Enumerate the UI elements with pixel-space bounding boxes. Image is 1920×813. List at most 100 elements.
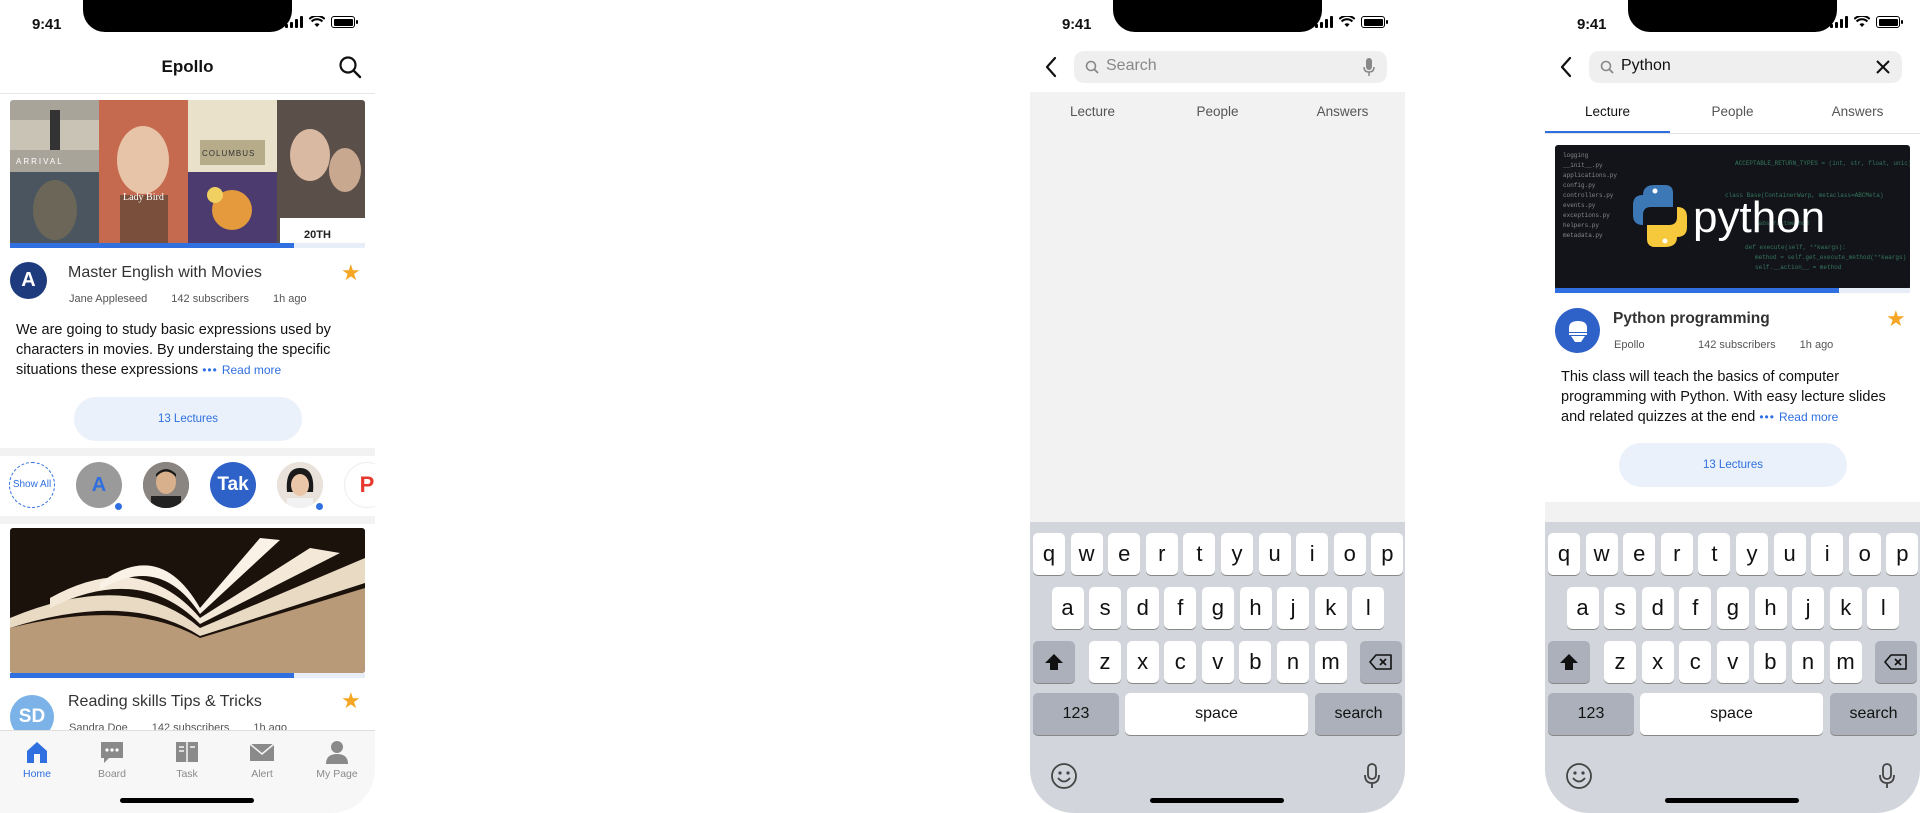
key-p[interactable]: p bbox=[1886, 533, 1919, 575]
key-y[interactable]: y bbox=[1221, 533, 1253, 575]
tab-board[interactable]: Board bbox=[82, 739, 142, 780]
lecture-thumbnail[interactable]: ARRIVAL Lady Bird COLUMBUS 20TH bbox=[10, 100, 365, 245]
key-e[interactable]: e bbox=[1623, 533, 1656, 575]
lectures-button[interactable]: 13 Lectures bbox=[1619, 443, 1847, 487]
key-a[interactable]: a bbox=[1051, 587, 1084, 629]
delete-key[interactable] bbox=[1360, 641, 1402, 683]
key-d[interactable]: d bbox=[1126, 587, 1159, 629]
story-avatar[interactable]: Tak bbox=[210, 462, 256, 508]
read-more-link[interactable]: Read more bbox=[1779, 410, 1838, 424]
lecture-thumbnail[interactable]: ACCEPTABLE_RETURN_TYPES = (int, str, flo… bbox=[1555, 145, 1910, 290]
key-u[interactable]: u bbox=[1773, 533, 1806, 575]
key-j[interactable]: j bbox=[1792, 587, 1825, 629]
tab-my-page[interactable]: My Page bbox=[307, 739, 367, 780]
delete-key[interactable] bbox=[1875, 641, 1917, 683]
key-x[interactable]: x bbox=[1641, 641, 1674, 683]
key-h[interactable]: h bbox=[1754, 587, 1787, 629]
key-s[interactable]: s bbox=[1604, 587, 1637, 629]
story-avatar-partial[interactable]: P bbox=[344, 462, 375, 508]
key-w[interactable]: w bbox=[1585, 533, 1618, 575]
show-all-button[interactable]: Show All bbox=[9, 462, 55, 508]
avatar[interactable] bbox=[1555, 308, 1600, 353]
key-r[interactable]: r bbox=[1660, 533, 1693, 575]
shift-key[interactable] bbox=[1548, 641, 1590, 683]
tab-lecture[interactable]: Lecture bbox=[1030, 104, 1155, 119]
key-b[interactable]: b bbox=[1754, 641, 1787, 683]
key-t[interactable]: t bbox=[1183, 533, 1216, 575]
space-key[interactable]: space bbox=[1640, 693, 1823, 735]
key-a[interactable]: a bbox=[1566, 587, 1599, 629]
space-key[interactable]: space bbox=[1125, 693, 1308, 735]
key-h[interactable]: h bbox=[1239, 587, 1272, 629]
tab-alert[interactable]: Alert bbox=[232, 739, 292, 780]
key-k[interactable]: k bbox=[1314, 587, 1347, 629]
key-c[interactable]: c bbox=[1164, 641, 1197, 683]
search-key[interactable]: search bbox=[1830, 693, 1917, 735]
mic-icon[interactable] bbox=[1363, 58, 1375, 77]
emoji-icon[interactable] bbox=[1565, 762, 1593, 795]
emoji-icon[interactable] bbox=[1050, 762, 1078, 795]
key-b[interactable]: b bbox=[1239, 641, 1272, 683]
key-f[interactable]: f bbox=[1164, 587, 1197, 629]
lecture-thumbnail[interactable] bbox=[10, 528, 365, 673]
key-g[interactable]: g bbox=[1201, 587, 1234, 629]
key-q[interactable]: q bbox=[1033, 533, 1065, 575]
key-q[interactable]: q bbox=[1548, 533, 1580, 575]
key-z[interactable]: z bbox=[1604, 641, 1636, 683]
star-icon[interactable]: ★ bbox=[341, 262, 361, 284]
story-avatar-photo[interactable] bbox=[143, 462, 189, 508]
key-v[interactable]: v bbox=[1716, 641, 1749, 683]
tab-people[interactable]: People bbox=[1155, 104, 1280, 119]
star-icon[interactable]: ★ bbox=[341, 690, 361, 712]
key-i[interactable]: i bbox=[1296, 533, 1329, 575]
key-k[interactable]: k bbox=[1829, 587, 1862, 629]
back-chevron-icon[interactable] bbox=[1044, 56, 1058, 78]
numbers-key[interactable]: 123 bbox=[1033, 693, 1119, 735]
key-e[interactable]: e bbox=[1108, 533, 1141, 575]
key-v[interactable]: v bbox=[1201, 641, 1234, 683]
search-icon[interactable] bbox=[337, 54, 363, 80]
tab-home[interactable]: Home bbox=[7, 739, 67, 780]
story-avatar-photo[interactable] bbox=[277, 462, 323, 508]
key-f[interactable]: f bbox=[1679, 587, 1712, 629]
key-x[interactable]: x bbox=[1126, 641, 1159, 683]
shift-key[interactable] bbox=[1033, 641, 1075, 683]
key-t[interactable]: t bbox=[1698, 533, 1731, 575]
key-m[interactable]: m bbox=[1314, 641, 1347, 683]
tab-lecture[interactable]: Lecture bbox=[1545, 104, 1670, 119]
lecture-title[interactable]: Reading skills Tips & Tricks bbox=[68, 693, 262, 711]
key-g[interactable]: g bbox=[1716, 587, 1749, 629]
key-l[interactable]: l bbox=[1352, 587, 1385, 629]
clear-icon[interactable] bbox=[1876, 60, 1890, 74]
key-m[interactable]: m bbox=[1829, 641, 1862, 683]
tab-people[interactable]: People bbox=[1670, 104, 1795, 119]
key-o[interactable]: o bbox=[1848, 533, 1881, 575]
key-w[interactable]: w bbox=[1070, 533, 1103, 575]
key-n[interactable]: n bbox=[1792, 641, 1824, 683]
key-i[interactable]: i bbox=[1811, 533, 1844, 575]
key-y[interactable]: y bbox=[1736, 533, 1768, 575]
dictation-mic-icon[interactable] bbox=[1879, 762, 1895, 795]
lectures-button[interactable]: 13 Lectures bbox=[74, 397, 302, 441]
key-u[interactable]: u bbox=[1258, 533, 1291, 575]
read-more-link[interactable]: Read more bbox=[222, 363, 281, 377]
tab-answers[interactable]: Answers bbox=[1280, 104, 1405, 119]
key-c[interactable]: c bbox=[1679, 641, 1712, 683]
key-o[interactable]: o bbox=[1333, 533, 1366, 575]
back-chevron-icon[interactable] bbox=[1559, 56, 1573, 78]
key-r[interactable]: r bbox=[1145, 533, 1178, 575]
dictation-mic-icon[interactable] bbox=[1364, 762, 1380, 795]
key-d[interactable]: d bbox=[1641, 587, 1674, 629]
key-z[interactable]: z bbox=[1089, 641, 1121, 683]
tab-task[interactable]: Task bbox=[157, 739, 217, 780]
key-p[interactable]: p bbox=[1371, 533, 1404, 575]
search-input[interactable]: Python bbox=[1589, 51, 1902, 83]
search-input[interactable]: Search bbox=[1074, 51, 1387, 83]
key-l[interactable]: l bbox=[1867, 587, 1900, 629]
key-s[interactable]: s bbox=[1089, 587, 1122, 629]
tab-answers[interactable]: Answers bbox=[1795, 104, 1920, 119]
lecture-title[interactable]: Master English with Movies bbox=[68, 264, 262, 282]
story-avatar[interactable]: A bbox=[76, 462, 122, 508]
avatar[interactable]: A bbox=[10, 262, 47, 299]
star-icon[interactable]: ★ bbox=[1886, 308, 1906, 330]
